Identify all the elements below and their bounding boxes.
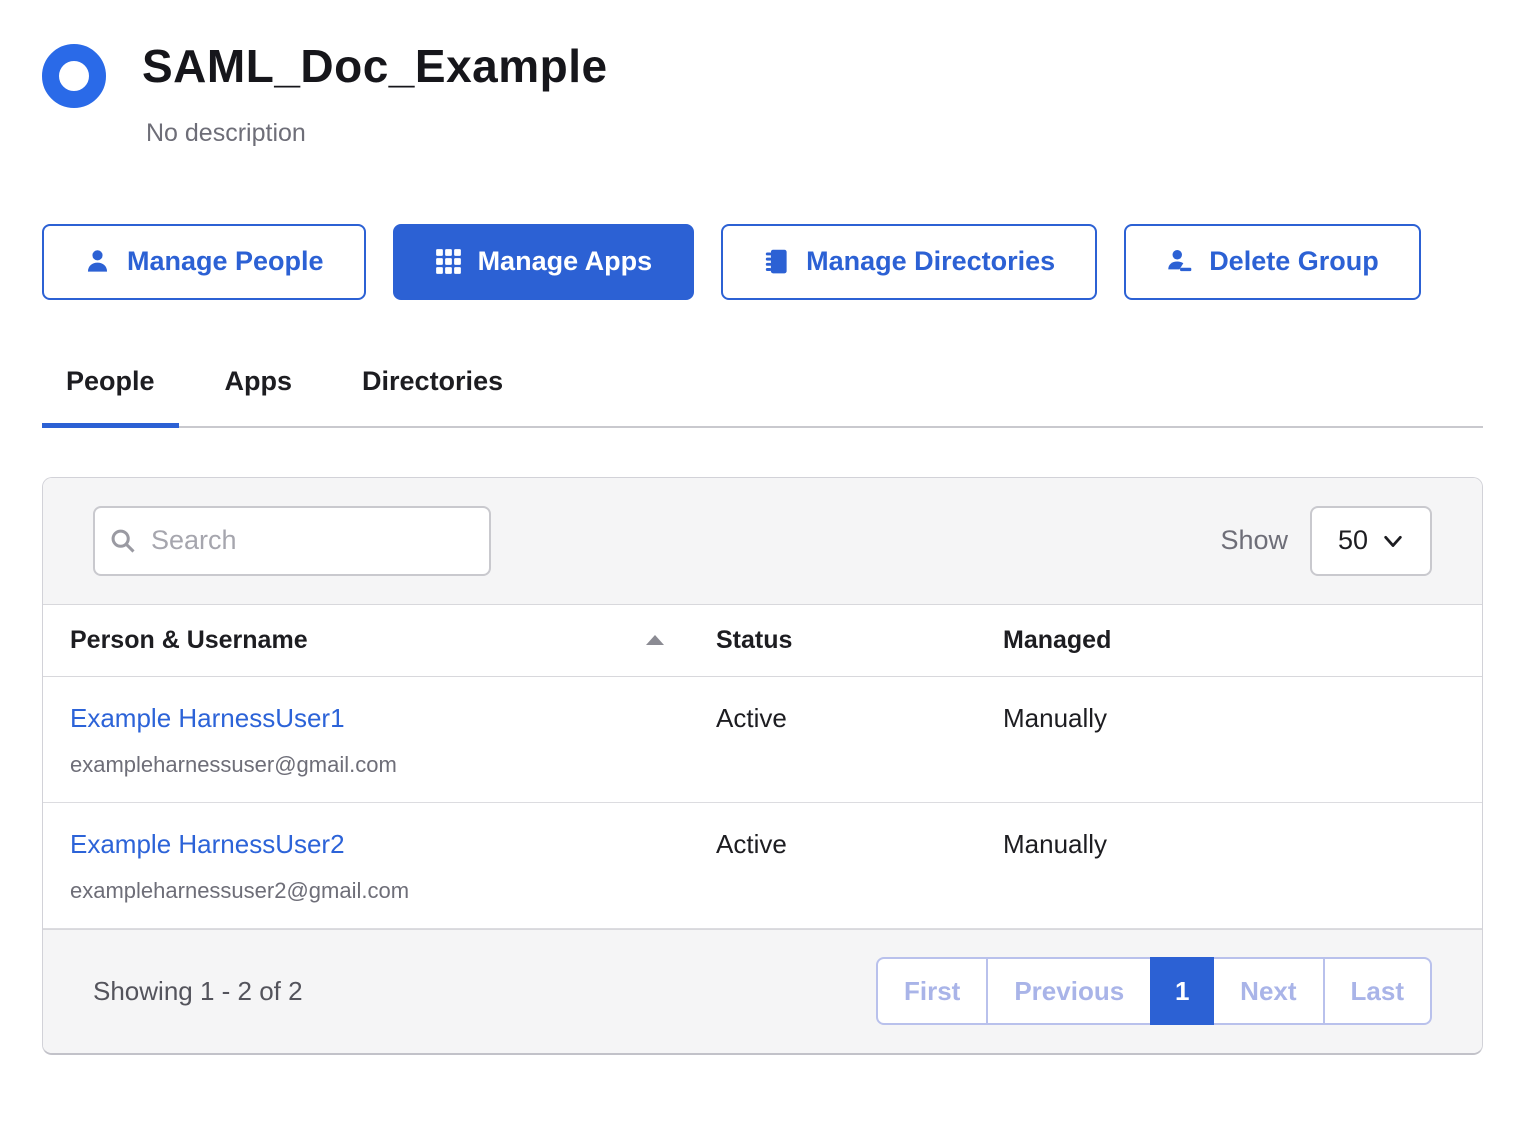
pagination-page-1-button[interactable]: 1 (1150, 957, 1214, 1025)
page-header: SAML_Doc_Example No description (42, 40, 1483, 148)
manage-apps-button[interactable]: Manage Apps (393, 224, 695, 300)
person-email: exampleharnessuser@gmail.com (70, 752, 716, 778)
manage-directories-button[interactable]: Manage Directories (721, 224, 1097, 300)
person-email: exampleharnessuser2@gmail.com (70, 878, 716, 904)
managed-cell: Manually (1003, 829, 1455, 904)
column-managed: Managed (1003, 626, 1455, 655)
column-person-username-label: Person & Username (70, 626, 308, 655)
delete-group-button[interactable]: Delete Group (1124, 224, 1421, 300)
people-table-panel: Show 50 Person & Username Status Managed (42, 477, 1483, 1055)
action-button-row: Manage People Manage Apps Manage Directo… (42, 224, 1483, 300)
search-input[interactable] (93, 506, 491, 576)
show-label: Show (1220, 525, 1288, 556)
column-person-username[interactable]: Person & Username (70, 626, 716, 655)
person-link[interactable]: Example HarnessUser2 (70, 829, 345, 860)
search-icon (109, 527, 137, 555)
person-icon (84, 248, 111, 275)
status-cell: Active (716, 829, 1003, 904)
results-summary: Showing 1 - 2 of 2 (93, 976, 303, 1007)
table-row: Example HarnessUser2 exampleharnessuser2… (43, 803, 1482, 929)
pagination-first-button[interactable]: First (876, 957, 988, 1025)
column-status: Status (716, 626, 1003, 655)
table-header-row: Person & Username Status Managed (43, 605, 1482, 677)
remove-user-icon (1166, 248, 1193, 275)
table-toolbar: Show 50 (43, 478, 1482, 605)
manage-directories-label: Manage Directories (806, 246, 1055, 277)
pagination-next-button[interactable]: Next (1212, 957, 1324, 1025)
page-size-value: 50 (1338, 525, 1368, 556)
tab-bar: People Apps Directories (42, 350, 1483, 428)
page-title: SAML_Doc_Example (142, 40, 608, 93)
table-footer: Showing 1 - 2 of 2 First Previous 1 Next… (43, 929, 1482, 1053)
managed-cell: Manually (1003, 703, 1455, 778)
manage-people-button[interactable]: Manage People (42, 224, 366, 300)
person-link[interactable]: Example HarnessUser1 (70, 703, 345, 734)
pagination-last-button[interactable]: Last (1323, 957, 1432, 1025)
status-cell: Active (716, 703, 1003, 778)
group-logo-icon (42, 44, 106, 108)
group-description: No description (146, 119, 608, 148)
tab-people[interactable]: People (42, 350, 179, 428)
table-row: Example HarnessUser1 exampleharnessuser@… (43, 677, 1482, 803)
chevron-down-icon (1382, 530, 1404, 552)
person-cell: Example HarnessUser2 exampleharnessuser2… (70, 829, 716, 904)
manage-apps-label: Manage Apps (478, 246, 653, 277)
header-text: SAML_Doc_Example No description (142, 40, 608, 148)
pagination-previous-button[interactable]: Previous (986, 957, 1152, 1025)
tab-apps[interactable]: Apps (201, 350, 317, 428)
delete-group-label: Delete Group (1209, 246, 1379, 277)
sort-ascending-icon (646, 635, 664, 645)
grid-icon (435, 248, 462, 275)
person-cell: Example HarnessUser1 exampleharnessuser@… (70, 703, 716, 778)
page-size-control: Show 50 (1220, 506, 1432, 576)
pagination: First Previous 1 Next Last (876, 957, 1432, 1025)
tab-directories[interactable]: Directories (338, 350, 527, 428)
directory-icon (763, 248, 790, 275)
search-box (93, 506, 491, 576)
group-detail-page: SAML_Doc_Example No description Manage P… (0, 0, 1520, 1055)
manage-people-label: Manage People (127, 246, 324, 277)
page-size-dropdown[interactable]: 50 (1310, 506, 1432, 576)
